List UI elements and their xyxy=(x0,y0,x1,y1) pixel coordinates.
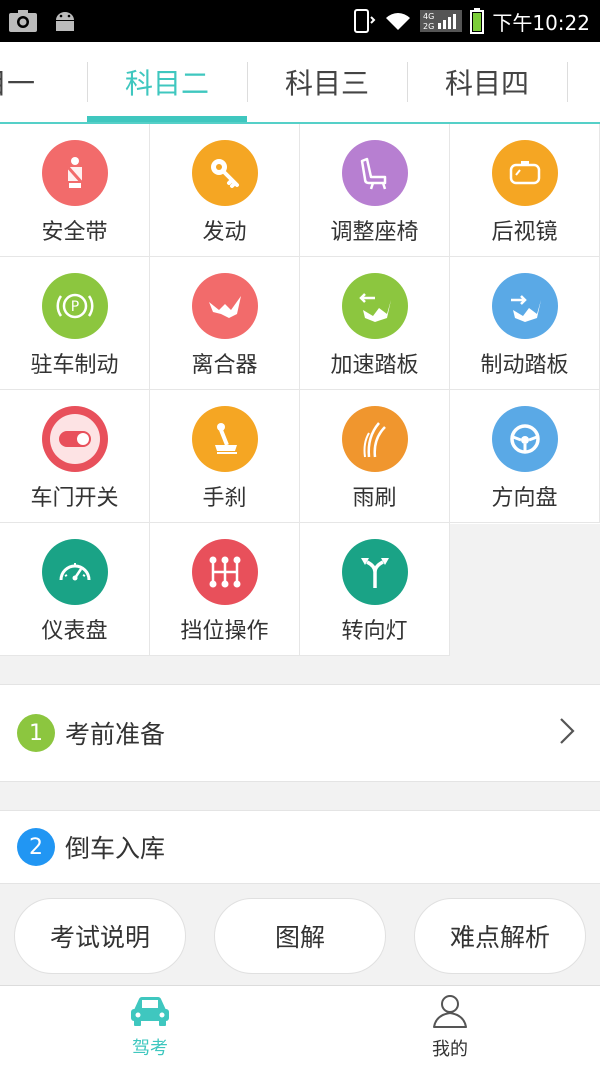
nav-driving-test[interactable]: 驾考 xyxy=(0,986,300,1067)
exam-instructions-button[interactable]: 考试说明 xyxy=(14,898,186,974)
wifi-icon xyxy=(384,10,412,32)
action-buttons: 考试说明 图解 难点解析 xyxy=(0,884,600,984)
accelerator-pedal-icon xyxy=(341,273,408,339)
mirror-icon xyxy=(491,140,558,206)
tab-subject-3[interactable]: 科目三 xyxy=(247,42,407,122)
grid-item-wiper[interactable]: 雨刷 xyxy=(300,390,450,523)
seat-icon xyxy=(341,140,408,206)
parking-brake-icon: P xyxy=(41,273,108,339)
user-icon xyxy=(430,993,470,1033)
grid-item-handbrake[interactable]: 手刹 xyxy=(150,390,300,523)
step-number-badge: 2 xyxy=(17,828,55,866)
section-exam-preparation[interactable]: 1 考前准备 xyxy=(0,684,600,782)
seatbelt-icon xyxy=(41,140,108,206)
active-tab-indicator xyxy=(87,116,247,122)
tab-subject-2[interactable]: 科目二 xyxy=(87,42,247,122)
grid-item-brake-pedal[interactable]: 制动踏板 xyxy=(450,257,600,390)
grid-item-steering-wheel[interactable]: 方向盘 xyxy=(450,390,600,523)
phone-vibrate-icon xyxy=(352,8,376,34)
car-icon xyxy=(128,994,172,1032)
dashboard-icon xyxy=(41,539,108,605)
grid-item-seatbelt[interactable]: 安全带 xyxy=(0,124,150,257)
step-number-badge: 1 xyxy=(17,714,55,752)
nav-mine[interactable]: 我的 xyxy=(300,986,600,1067)
turn-signal-icon xyxy=(341,539,408,605)
illustration-button[interactable]: 图解 xyxy=(214,898,386,974)
gear-shift-icon xyxy=(191,539,258,605)
grid-item-dashboard[interactable]: 仪表盘 xyxy=(0,523,150,656)
wiper-icon xyxy=(341,406,408,472)
grid-item-accelerator[interactable]: 加速踏板 xyxy=(300,257,450,390)
section-title: 倒车入库 xyxy=(65,834,166,863)
grid-item-gear-shift[interactable]: 挡位操作 xyxy=(150,523,300,656)
car-key-icon xyxy=(191,140,258,206)
steering-wheel-icon xyxy=(491,406,558,472)
grid-item-turn-signal[interactable]: 转向灯 xyxy=(300,523,450,656)
grid-item-parking-brake[interactable]: P 驻车制动 xyxy=(0,257,150,390)
nav-label: 驾考 xyxy=(132,1038,168,1059)
tab-divider xyxy=(567,62,568,102)
tab-subject-4[interactable]: 科目四 xyxy=(407,42,567,122)
camera-icon xyxy=(8,8,38,34)
svg-text:P: P xyxy=(70,299,78,315)
status-bar: 4G 2G 下午10:22 xyxy=(0,0,600,42)
svg-text:4G: 4G xyxy=(423,12,434,21)
grid-item-adjust-seat[interactable]: 调整座椅 xyxy=(300,124,450,257)
battery-icon xyxy=(470,8,485,34)
difficulty-analysis-button[interactable]: 难点解析 xyxy=(414,898,586,974)
nav-label: 我的 xyxy=(432,1039,468,1060)
android-icon xyxy=(52,8,78,34)
svg-text:2G: 2G xyxy=(423,22,434,31)
section-reverse-parking[interactable]: 2 倒车入库 xyxy=(0,810,600,884)
grid-item-clutch[interactable]: 离合器 xyxy=(150,257,300,390)
chevron-right-icon xyxy=(558,716,576,750)
section-title: 考前准备 xyxy=(65,720,166,749)
clutch-pedal-icon xyxy=(191,273,258,339)
grid-item-door-switch[interactable]: 车门开关 xyxy=(0,390,150,523)
signal-icon: 4G 2G xyxy=(420,9,463,33)
subject-tabs: 目一 科目二 科目三 科目四 xyxy=(0,42,600,124)
brake-pedal-icon xyxy=(491,273,558,339)
operation-grid: 安全带 发动 调整座椅 后视镜 P 驻车制动 离合器 加速踏板 制动踏板 车门开… xyxy=(0,124,600,656)
grid-empty-slot xyxy=(450,524,600,656)
grid-item-mirror[interactable]: 后视镜 xyxy=(450,124,600,257)
tab-subject-1[interactable]: 目一 xyxy=(0,42,87,122)
door-switch-icon xyxy=(41,406,108,472)
grid-item-start-engine[interactable]: 发动 xyxy=(150,124,300,257)
handbrake-icon xyxy=(191,406,258,472)
bottom-nav: 驾考 我的 xyxy=(0,985,600,1067)
status-time: 下午10:22 xyxy=(492,10,590,35)
